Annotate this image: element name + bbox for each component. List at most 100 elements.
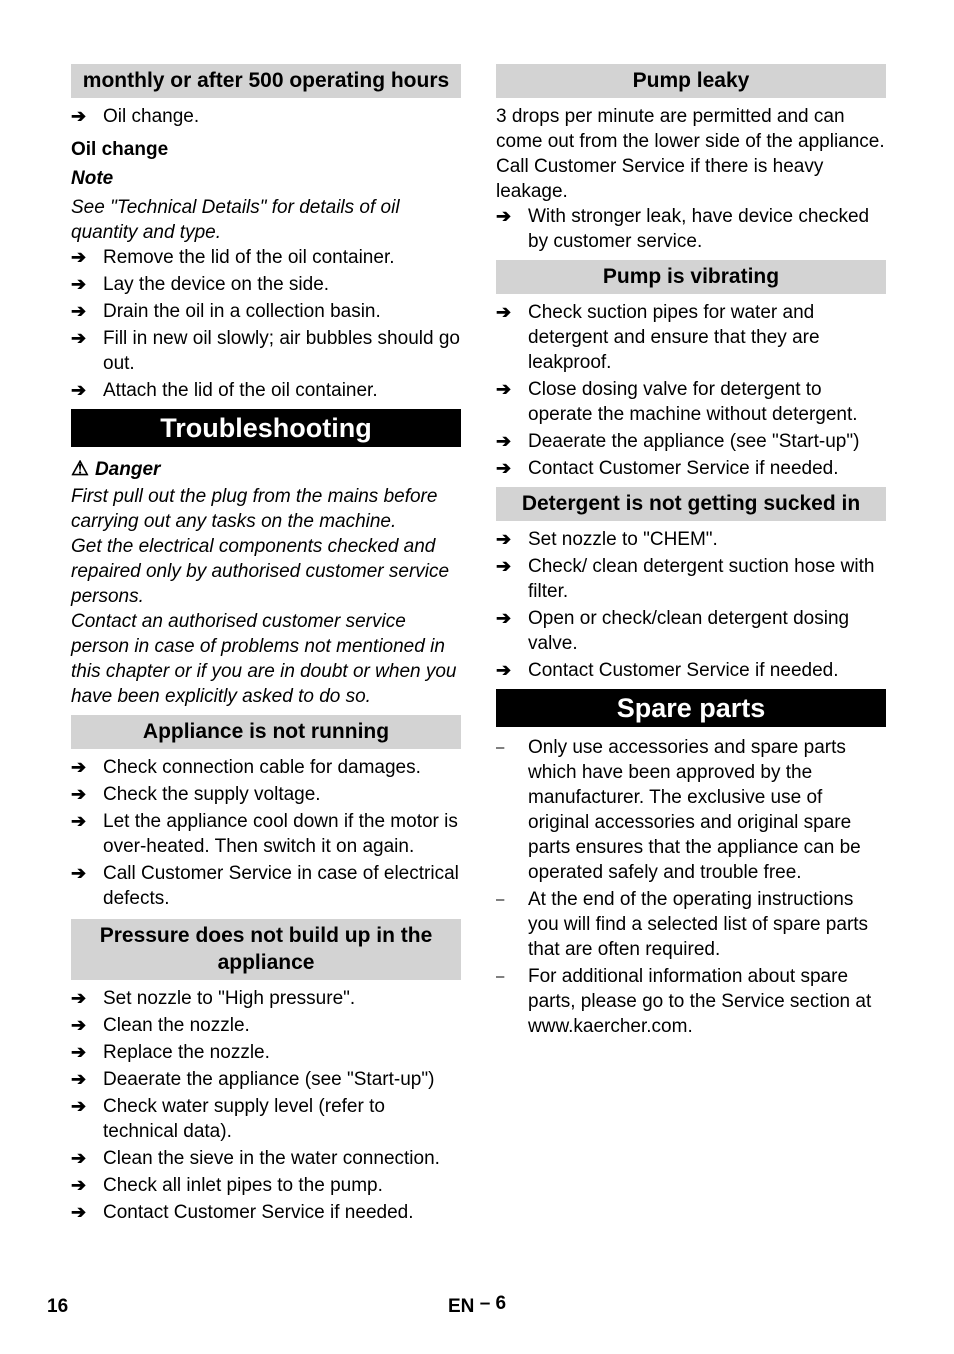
arrow-bullet-icon: ➔ — [71, 247, 87, 267]
arrow-bullet-icon: ➔ — [71, 1202, 87, 1222]
arrow-bullet-icon: ➔ — [71, 1042, 87, 1062]
section-code: EN — [448, 1296, 475, 1317]
list-item-text: Set nozzle to "CHEM". — [528, 529, 718, 550]
list-item-text: Only use accessories and spare parts whi… — [528, 737, 861, 883]
list-item-text: Deaerate the appliance (see "Start-up") — [528, 431, 860, 452]
list-item: ➔ Drain the oil in a collection basin. — [71, 299, 461, 324]
list-item: – For additional information about spare … — [496, 964, 886, 1039]
list-item: ➔ Oil change. — [71, 104, 461, 129]
list-item: ➔ Contact Customer Service if needed. — [71, 1200, 461, 1225]
list-item: ➔ Check water supply level (refer to tech… — [71, 1094, 461, 1144]
list-item-text: Replace the nozzle. — [103, 1042, 270, 1063]
list-item-text: Open or check/clean detergent dosing val… — [528, 608, 850, 654]
section-heading-not-running: Appliance is not running — [71, 715, 461, 749]
oil-change-title: Oil change — [71, 139, 169, 160]
list-item: ➔ Check the supply voltage. — [71, 782, 461, 807]
section-heading-pump-vibrating: Pump is vibrating — [496, 260, 886, 294]
arrow-bullet-icon: ➔ — [496, 529, 512, 549]
list-item: ➔ Set nozzle to "High pressure". — [71, 986, 461, 1011]
list-item-text: For additional information about spare p… — [528, 966, 872, 1037]
list-item: ➔ Remove the lid of the oil container. — [71, 245, 461, 270]
list-item-text: Attach the lid of the oil container. — [103, 380, 378, 401]
arrow-bullet-icon: ➔ — [71, 380, 87, 400]
maintenance-list: ➔ Oil change. — [71, 104, 461, 129]
spare-parts-list: – Only use accessories and spare parts wh… — [496, 735, 886, 1039]
pressure-list: ➔ Set nozzle to "High pressure". ➔ Clean th… — [71, 986, 461, 1225]
right-column: Pump leaky 3 drops per minute are permit… — [496, 64, 886, 1041]
list-item: ➔ With stronger leak, have device checked… — [496, 204, 886, 254]
section-heading-pump-leaky: Pump leaky — [496, 64, 886, 98]
section-heading-pressure: Pressure does not build up in the applia… — [71, 919, 461, 980]
list-item-text: Contact Customer Service if needed. — [528, 458, 839, 479]
list-item-text: Remove the lid of the oil container. — [103, 247, 395, 268]
dash-bullet-icon: – — [496, 891, 505, 908]
not-running-list: ➔ Check connection cable for damages. ➔ Che… — [71, 755, 461, 911]
list-item-text: Contact Customer Service if needed. — [528, 660, 839, 681]
list-item-text: Lay the device on the side. — [103, 274, 330, 295]
list-item: ➔ Clean the sieve in the water connection… — [71, 1146, 461, 1171]
warning-triangle-icon: ⚠ — [71, 458, 89, 480]
list-item: ➔ Attach the lid of the oil container. — [71, 378, 461, 403]
arrow-bullet-icon: ➔ — [496, 556, 512, 576]
spare-parts-title: Spare parts — [496, 689, 886, 727]
list-item-text: Deaerate the appliance (see "Start-up") — [103, 1069, 435, 1090]
list-item: ➔ Let the appliance cool down if the moto… — [71, 809, 461, 859]
danger-heading: ⚠ Danger — [71, 455, 461, 484]
section-page-label: EN – 6 — [448, 1293, 507, 1318]
list-item-text: Clean the sieve in the water connection. — [103, 1148, 440, 1169]
list-item-text: Check all inlet pipes to the pump. — [103, 1175, 383, 1196]
list-item-text: Check/ clean detergent suction hose with… — [528, 556, 875, 602]
list-item: ➔ Deaerate the appliance (see "Start-up") — [71, 1067, 461, 1092]
list-item: ➔ Deaerate the appliance (see "Start-up") — [496, 429, 886, 454]
arrow-bullet-icon: ➔ — [496, 379, 512, 399]
left-column: monthly or after 500 operating hours ➔ Oi… — [71, 64, 461, 1227]
list-item-text: Call Customer Service in case of electri… — [103, 863, 459, 909]
list-item-text: Set nozzle to "High pressure". — [103, 988, 356, 1009]
list-item: ➔ Lay the device on the side. — [71, 272, 461, 297]
arrow-bullet-icon: ➔ — [71, 1175, 87, 1195]
arrow-bullet-icon: ➔ — [71, 1096, 87, 1116]
list-item-text: With stronger leak, have device checked … — [528, 206, 870, 252]
arrow-bullet-icon: ➔ — [496, 206, 512, 226]
arrow-bullet-icon: ➔ — [71, 301, 87, 321]
list-item: ➔ Check all inlet pipes to the pump. — [71, 1173, 461, 1198]
section-heading-maintenance: monthly or after 500 operating hours — [71, 64, 461, 98]
arrow-bullet-icon: ➔ — [71, 1015, 87, 1035]
section-page: – 6 — [479, 1293, 507, 1314]
list-item-text: Check water supply level (refer to techn… — [103, 1096, 385, 1142]
arrow-bullet-icon: ➔ — [496, 302, 512, 322]
arrow-bullet-icon: ➔ — [71, 811, 87, 831]
arrow-bullet-icon: ➔ — [71, 988, 87, 1008]
list-item: ➔ Check/ clean detergent suction hose wit… — [496, 554, 886, 604]
list-item-text: Close dosing valve for detergent to oper… — [528, 379, 858, 425]
arrow-bullet-icon: ➔ — [496, 458, 512, 478]
dash-bullet-icon: – — [496, 968, 505, 985]
list-item-text: At the end of the operating instructions… — [528, 889, 869, 960]
list-item-text: Check suction pipes for water and deterg… — [528, 302, 820, 373]
arrow-bullet-icon: ➔ — [496, 660, 512, 680]
arrow-bullet-icon: ➔ — [71, 1069, 87, 1089]
list-item-text: Clean the nozzle. — [103, 1015, 250, 1036]
danger-text-1: First pull out the plug from the mains b… — [71, 486, 438, 532]
list-item-text: Oil change. — [103, 106, 200, 127]
detergent-list: ➔ Set nozzle to "CHEM". ➔ Check/ clean dete… — [496, 527, 886, 683]
list-item: ➔ Open or check/clean detergent dosing va… — [496, 606, 886, 656]
list-item-text: Drain the oil in a collection basin. — [103, 301, 381, 322]
arrow-bullet-icon: ➔ — [496, 431, 512, 451]
note-label: Note — [71, 168, 114, 189]
arrow-bullet-icon: ➔ — [71, 784, 87, 804]
pump-leaky-list: ➔ With stronger leak, have device checked… — [496, 204, 886, 254]
list-item: ➔ Clean the nozzle. — [71, 1013, 461, 1038]
list-item-text: Let the appliance cool down if the motor… — [103, 811, 458, 857]
arrow-bullet-icon: ➔ — [496, 608, 512, 628]
list-item: ➔ Replace the nozzle. — [71, 1040, 461, 1065]
danger-text-2: Get the electrical components checked an… — [71, 536, 450, 607]
dash-bullet-icon: – — [496, 739, 505, 756]
arrow-bullet-icon: ➔ — [71, 274, 87, 294]
danger-label: Danger — [94, 459, 161, 480]
list-item-text: Contact Customer Service if needed. — [103, 1202, 414, 1223]
list-item: ➔ Check suction pipes for water and deter… — [496, 300, 886, 375]
list-item: – Only use accessories and spare parts wh… — [496, 735, 886, 885]
danger-text-3: Contact an authorised customer service p… — [71, 611, 457, 707]
pump-vibrating-list: ➔ Check suction pipes for water and deter… — [496, 300, 886, 481]
